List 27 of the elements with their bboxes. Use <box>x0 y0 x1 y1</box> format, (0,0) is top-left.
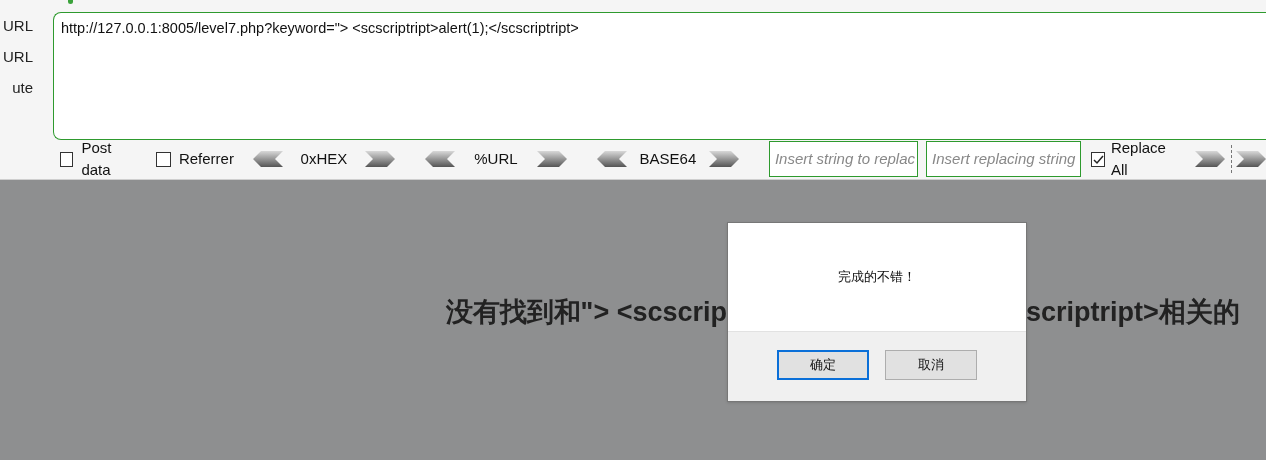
replace-to-field[interactable]: Insert replacing string <box>926 141 1082 177</box>
checkbox[interactable] <box>1091 151 1105 167</box>
encoder-label: BASE64 <box>638 148 697 169</box>
decode-arrow-button[interactable] <box>536 151 567 167</box>
split-arrow-button[interactable] <box>1236 151 1266 167</box>
decode-arrow-button[interactable] <box>364 151 395 167</box>
encoder-label: 0xHEX <box>299 148 349 169</box>
menu-bullet-icon <box>68 0 73 4</box>
encode-arrow-button[interactable] <box>596 151 627 167</box>
url-field[interactable]: http://127.0.0.1:8005/level7.php?keyword="> <scscriptript>alert(1);</scscriptript> <box>53 12 1266 140</box>
replace-arrow-button[interactable] <box>1195 151 1225 167</box>
encode-arrow-button[interactable] <box>252 151 283 167</box>
encode-arrow-button[interactable] <box>424 151 455 167</box>
dialog-message: 完成的不错！ <box>838 268 916 287</box>
result-text: 没有找到和"> <scscrip <box>445 296 727 329</box>
dialog-button[interactable]: 取消 <box>885 349 977 380</box>
checkbox[interactable] <box>155 151 171 167</box>
sidebar-item[interactable]: ute <box>12 78 33 98</box>
decode-arrow-button[interactable] <box>708 151 739 167</box>
checkbox[interactable] <box>60 151 74 167</box>
replace-from-field[interactable]: Insert string to replac <box>768 141 919 177</box>
checkbox-label[interactable]: Referrer <box>178 147 234 171</box>
sidebar-item[interactable]: URL <box>3 47 33 67</box>
result-text: scriptript>相关的 <box>1026 297 1240 327</box>
sidebar-item[interactable]: URL <box>3 16 33 36</box>
encoder-label: %URL <box>473 148 519 169</box>
dialog-button[interactable]: 确定 <box>777 349 869 380</box>
